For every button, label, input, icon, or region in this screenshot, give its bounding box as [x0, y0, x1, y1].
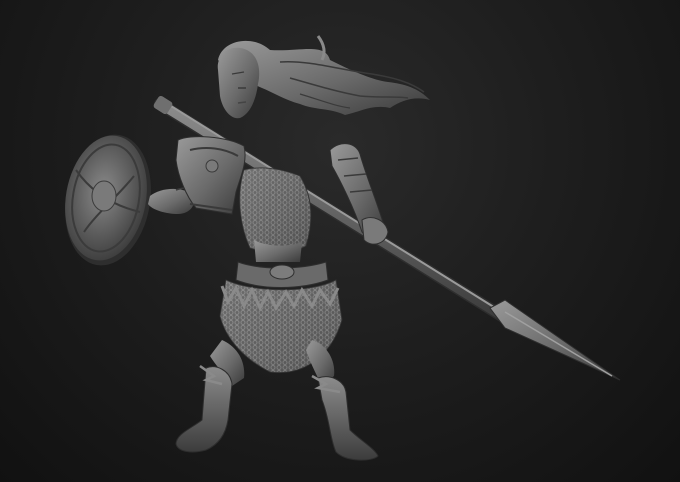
spear-head: [489, 299, 621, 381]
sculpt-render: [65, 35, 621, 461]
belt: [235, 261, 329, 288]
right-leg-boot: [306, 340, 379, 461]
chainmail-torso: [239, 167, 312, 262]
sculpt-viewport: [0, 0, 680, 482]
left-leg-boot: [175, 340, 245, 453]
round-shield: [65, 134, 151, 266]
head: [217, 47, 260, 119]
